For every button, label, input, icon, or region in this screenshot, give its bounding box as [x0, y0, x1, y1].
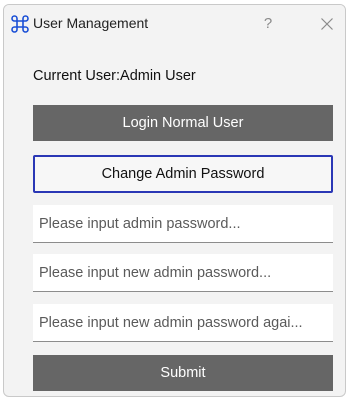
- new-password-input[interactable]: [33, 254, 333, 292]
- current-user-label: Current User:Admin User: [33, 68, 196, 84]
- submit-button[interactable]: Submit: [33, 355, 333, 391]
- window-title: User Management: [33, 15, 149, 31]
- login-normal-user-button[interactable]: Login Normal User: [33, 105, 333, 141]
- close-icon: [321, 18, 333, 30]
- admin-password-input[interactable]: [33, 205, 333, 243]
- close-button[interactable]: [316, 14, 338, 34]
- user-management-dialog: User Management ? Current User:Admin Use…: [3, 4, 346, 397]
- title-bar: User Management ?: [4, 5, 345, 43]
- help-button[interactable]: ?: [257, 14, 279, 34]
- command-icon: [11, 15, 29, 33]
- confirm-password-input[interactable]: [33, 304, 333, 342]
- change-admin-password-button[interactable]: Change Admin Password: [33, 155, 333, 193]
